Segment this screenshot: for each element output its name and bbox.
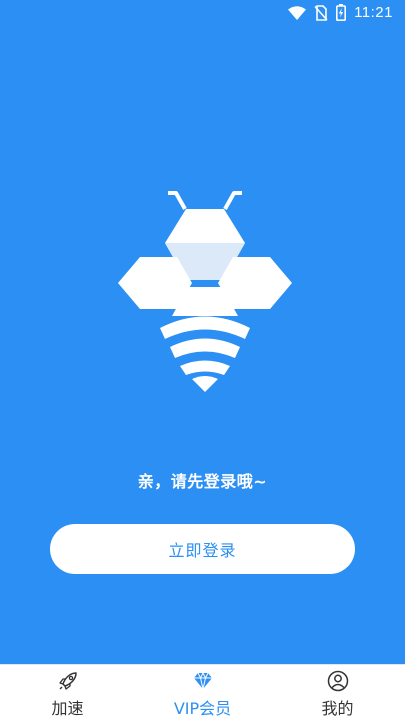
bottom-nav: 加速 VIP会员 我的 — [0, 664, 405, 721]
nav-item-vip[interactable]: VIP会员 — [135, 665, 270, 721]
wifi-icon — [288, 5, 307, 20]
nav-label-mine: 我的 — [321, 699, 354, 718]
diamond-icon — [192, 670, 214, 692]
login-button[interactable]: 立即登录 — [50, 524, 355, 574]
status-bar: 11:21 — [0, 0, 405, 28]
status-time: 11:21 — [354, 4, 393, 21]
nav-item-mine[interactable]: 我的 — [270, 665, 405, 721]
nav-label-vip: VIP会员 — [173, 699, 232, 718]
nav-label-accelerate: 加速 — [51, 699, 84, 718]
battery-charging-icon — [336, 4, 347, 21]
login-prompt-text: 亲，请先登录哦~ — [137, 472, 268, 491]
nav-item-accelerate[interactable]: 加速 — [0, 665, 135, 721]
user-icon — [327, 670, 349, 692]
rocket-icon — [57, 670, 79, 692]
bee-wifi-logo — [110, 185, 300, 395]
status-icons: 11:21 — [288, 4, 393, 21]
no-sim-icon — [314, 4, 328, 21]
